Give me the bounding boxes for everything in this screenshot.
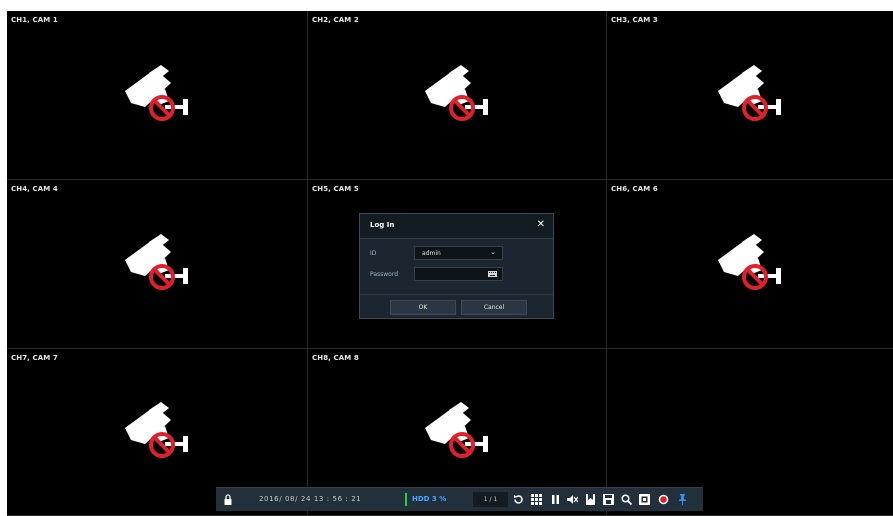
no-video-camera-icon: [425, 65, 488, 121]
pin-icon[interactable]: [677, 494, 688, 505]
camera-label: CH8, CAM 8: [312, 354, 359, 362]
camera-label: CH3, CAM 3: [611, 16, 658, 24]
layout-icon[interactable]: [531, 494, 542, 505]
save-icon[interactable]: [603, 494, 614, 505]
camera-tile-4[interactable]: CH4, CAM 4: [7, 180, 308, 349]
password-input[interactable]: [418, 269, 492, 281]
page-indicator: 1 / 1: [473, 492, 508, 507]
mute-icon[interactable]: [567, 494, 578, 505]
camera-label: CH1, CAM 1: [11, 16, 58, 24]
no-video-camera-icon: [718, 234, 781, 290]
camera-view: CH1, CAM 1 CH2, CAM 2 CH3, CAM 3 CH4, CA…: [7, 11, 893, 516]
chevron-down-icon: ⌄: [490, 248, 496, 256]
camera-tile-1[interactable]: CH1, CAM 1: [7, 11, 308, 180]
login-dialog: Log In ✕ ID admin ⌄ Password OK Cancel: [359, 213, 554, 319]
camera-tile-2[interactable]: CH2, CAM 2: [308, 11, 607, 180]
password-field[interactable]: [414, 267, 503, 281]
no-video-camera-icon: [125, 234, 188, 290]
search-icon[interactable]: [621, 494, 632, 505]
password-label: Password: [370, 271, 399, 278]
camera-label: CH5, CAM 5: [312, 185, 359, 193]
login-dialog-title: Log In: [370, 221, 395, 229]
no-video-camera-icon: [125, 402, 188, 458]
camera-label: CH6, CAM 6: [611, 185, 658, 193]
no-video-camera-icon: [718, 65, 781, 121]
camera-label: CH7, CAM 7: [11, 354, 58, 362]
bottom-toolbar: 2016/ 08/ 24 13 : 56 : 21 HDD 3 % 1 / 1: [216, 487, 703, 511]
export-icon[interactable]: [639, 494, 650, 505]
datetime-display: 2016/ 08/ 24 13 : 56 : 21: [259, 495, 362, 503]
no-video-camera-icon: [125, 65, 188, 121]
hdd-status-bar: [405, 493, 407, 506]
pause-icon[interactable]: [550, 494, 561, 505]
bookmark-icon[interactable]: [585, 494, 596, 505]
camera-tile-3[interactable]: CH3, CAM 3: [607, 11, 893, 180]
id-select-value: admin: [422, 250, 441, 257]
lock-icon[interactable]: [224, 494, 232, 505]
record-icon[interactable]: [658, 494, 669, 505]
cancel-button[interactable]: Cancel: [461, 300, 527, 315]
sequence-icon[interactable]: [513, 494, 524, 505]
camera-label: CH4, CAM 4: [11, 185, 58, 193]
camera-label: CH2, CAM 2: [312, 16, 359, 24]
keyboard-icon[interactable]: [488, 271, 497, 277]
camera-tile-6[interactable]: CH6, CAM 6: [607, 180, 893, 349]
ok-button[interactable]: OK: [390, 300, 456, 315]
hdd-usage: HDD 3 %: [412, 495, 447, 503]
id-select[interactable]: admin ⌄: [414, 246, 503, 260]
close-icon[interactable]: ✕: [537, 219, 545, 231]
no-video-camera-icon: [425, 402, 488, 458]
login-dialog-header: Log In ✕: [360, 214, 553, 239]
id-label: ID: [370, 250, 377, 257]
dialog-divider: [360, 294, 553, 295]
